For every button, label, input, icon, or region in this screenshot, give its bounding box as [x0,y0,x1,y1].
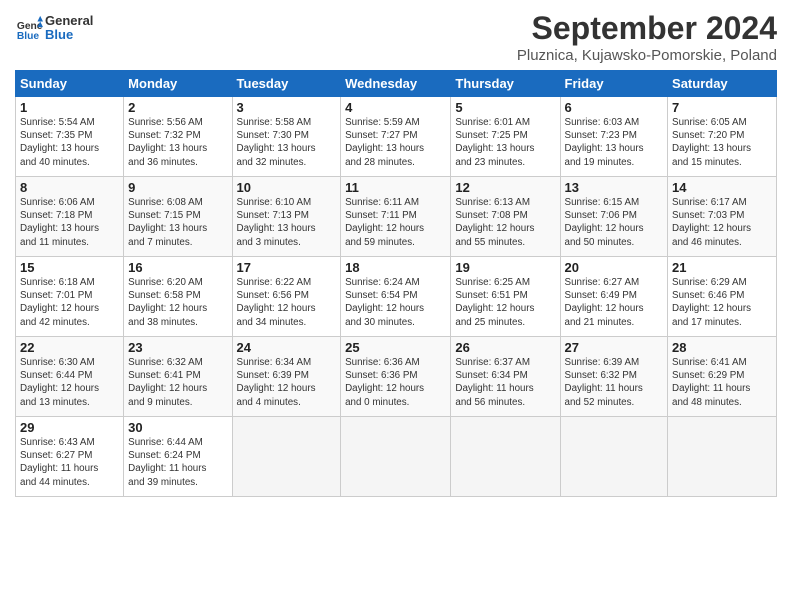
week-row-4: 22 Sunrise: 6:30 AMSunset: 6:44 PMDaylig… [16,337,777,417]
col-friday: Friday [560,71,668,97]
col-thursday: Thursday [451,71,560,97]
day-10: 10 Sunrise: 6:10 AMSunset: 7:13 PMDaylig… [232,177,341,257]
col-tuesday: Tuesday [232,71,341,97]
empty-cell-4 [560,417,668,497]
day-11: 11 Sunrise: 6:11 AMSunset: 7:11 PMDaylig… [341,177,451,257]
calendar-table: Sunday Monday Tuesday Wednesday Thursday… [15,70,777,497]
day-29: 29 Sunrise: 6:43 AMSunset: 6:27 PMDaylig… [16,417,124,497]
logo-text-blue: Blue [45,28,93,42]
day-3: 3 Sunrise: 5:58 AMSunset: 7:30 PMDayligh… [232,97,341,177]
day-19: 19 Sunrise: 6:25 AMSunset: 6:51 PMDaylig… [451,257,560,337]
day-8: 8 Sunrise: 6:06 AMSunset: 7:18 PMDayligh… [16,177,124,257]
col-saturday: Saturday [668,71,777,97]
empty-cell-5 [668,417,777,497]
day-2: 2 Sunrise: 5:56 AMSunset: 7:32 PMDayligh… [124,97,232,177]
empty-cell-1 [232,417,341,497]
day-25: 25 Sunrise: 6:36 AMSunset: 6:36 PMDaylig… [341,337,451,417]
empty-cell-2 [341,417,451,497]
page-container: General Blue General Blue September 2024… [0,0,792,507]
day-26: 26 Sunrise: 6:37 AMSunset: 6:34 PMDaylig… [451,337,560,417]
svg-text:Blue: Blue [17,31,40,42]
logo-text-general: General [45,14,93,28]
day-20: 20 Sunrise: 6:27 AMSunset: 6:49 PMDaylig… [560,257,668,337]
week-row-5: 29 Sunrise: 6:43 AMSunset: 6:27 PMDaylig… [16,417,777,497]
day-5: 5 Sunrise: 6:01 AMSunset: 7:25 PMDayligh… [451,97,560,177]
week-row-1: 1 Sunrise: 5:54 AMSunset: 7:35 PMDayligh… [16,97,777,177]
day-7: 7 Sunrise: 6:05 AMSunset: 7:20 PMDayligh… [668,97,777,177]
month-title: September 2024 [517,10,777,47]
calendar-header-row: Sunday Monday Tuesday Wednesday Thursday… [16,71,777,97]
day-6: 6 Sunrise: 6:03 AMSunset: 7:23 PMDayligh… [560,97,668,177]
col-sunday: Sunday [16,71,124,97]
day-9: 9 Sunrise: 6:08 AMSunset: 7:15 PMDayligh… [124,177,232,257]
day-30: 30 Sunrise: 6:44 AMSunset: 6:24 PMDaylig… [124,417,232,497]
day-24: 24 Sunrise: 6:34 AMSunset: 6:39 PMDaylig… [232,337,341,417]
logo: General Blue General Blue [15,14,93,43]
day-21: 21 Sunrise: 6:29 AMSunset: 6:46 PMDaylig… [668,257,777,337]
day-17: 17 Sunrise: 6:22 AMSunset: 6:56 PMDaylig… [232,257,341,337]
col-wednesday: Wednesday [341,71,451,97]
title-block: September 2024 Pluznica, Kujawsko-Pomors… [517,10,777,64]
week-row-3: 15 Sunrise: 6:18 AMSunset: 7:01 PMDaylig… [16,257,777,337]
day-13: 13 Sunrise: 6:15 AMSunset: 7:06 PMDaylig… [560,177,668,257]
day-28: 28 Sunrise: 6:41 AMSunset: 6:29 PMDaylig… [668,337,777,417]
week-row-2: 8 Sunrise: 6:06 AMSunset: 7:18 PMDayligh… [16,177,777,257]
empty-cell-3 [451,417,560,497]
day-16: 16 Sunrise: 6:20 AMSunset: 6:58 PMDaylig… [124,257,232,337]
location-subtitle: Pluznica, Kujawsko-Pomorskie, Poland [517,47,777,64]
logo-icon: General Blue [15,14,43,42]
day-14: 14 Sunrise: 6:17 AMSunset: 7:03 PMDaylig… [668,177,777,257]
day-12: 12 Sunrise: 6:13 AMSunset: 7:08 PMDaylig… [451,177,560,257]
day-15: 15 Sunrise: 6:18 AMSunset: 7:01 PMDaylig… [16,257,124,337]
day-22: 22 Sunrise: 6:30 AMSunset: 6:44 PMDaylig… [16,337,124,417]
day-1: 1 Sunrise: 5:54 AMSunset: 7:35 PMDayligh… [16,97,124,177]
day-18: 18 Sunrise: 6:24 AMSunset: 6:54 PMDaylig… [341,257,451,337]
header: General Blue General Blue September 2024… [15,10,777,64]
day-27: 27 Sunrise: 6:39 AMSunset: 6:32 PMDaylig… [560,337,668,417]
col-monday: Monday [124,71,232,97]
day-4: 4 Sunrise: 5:59 AMSunset: 7:27 PMDayligh… [341,97,451,177]
day-23: 23 Sunrise: 6:32 AMSunset: 6:41 PMDaylig… [124,337,232,417]
